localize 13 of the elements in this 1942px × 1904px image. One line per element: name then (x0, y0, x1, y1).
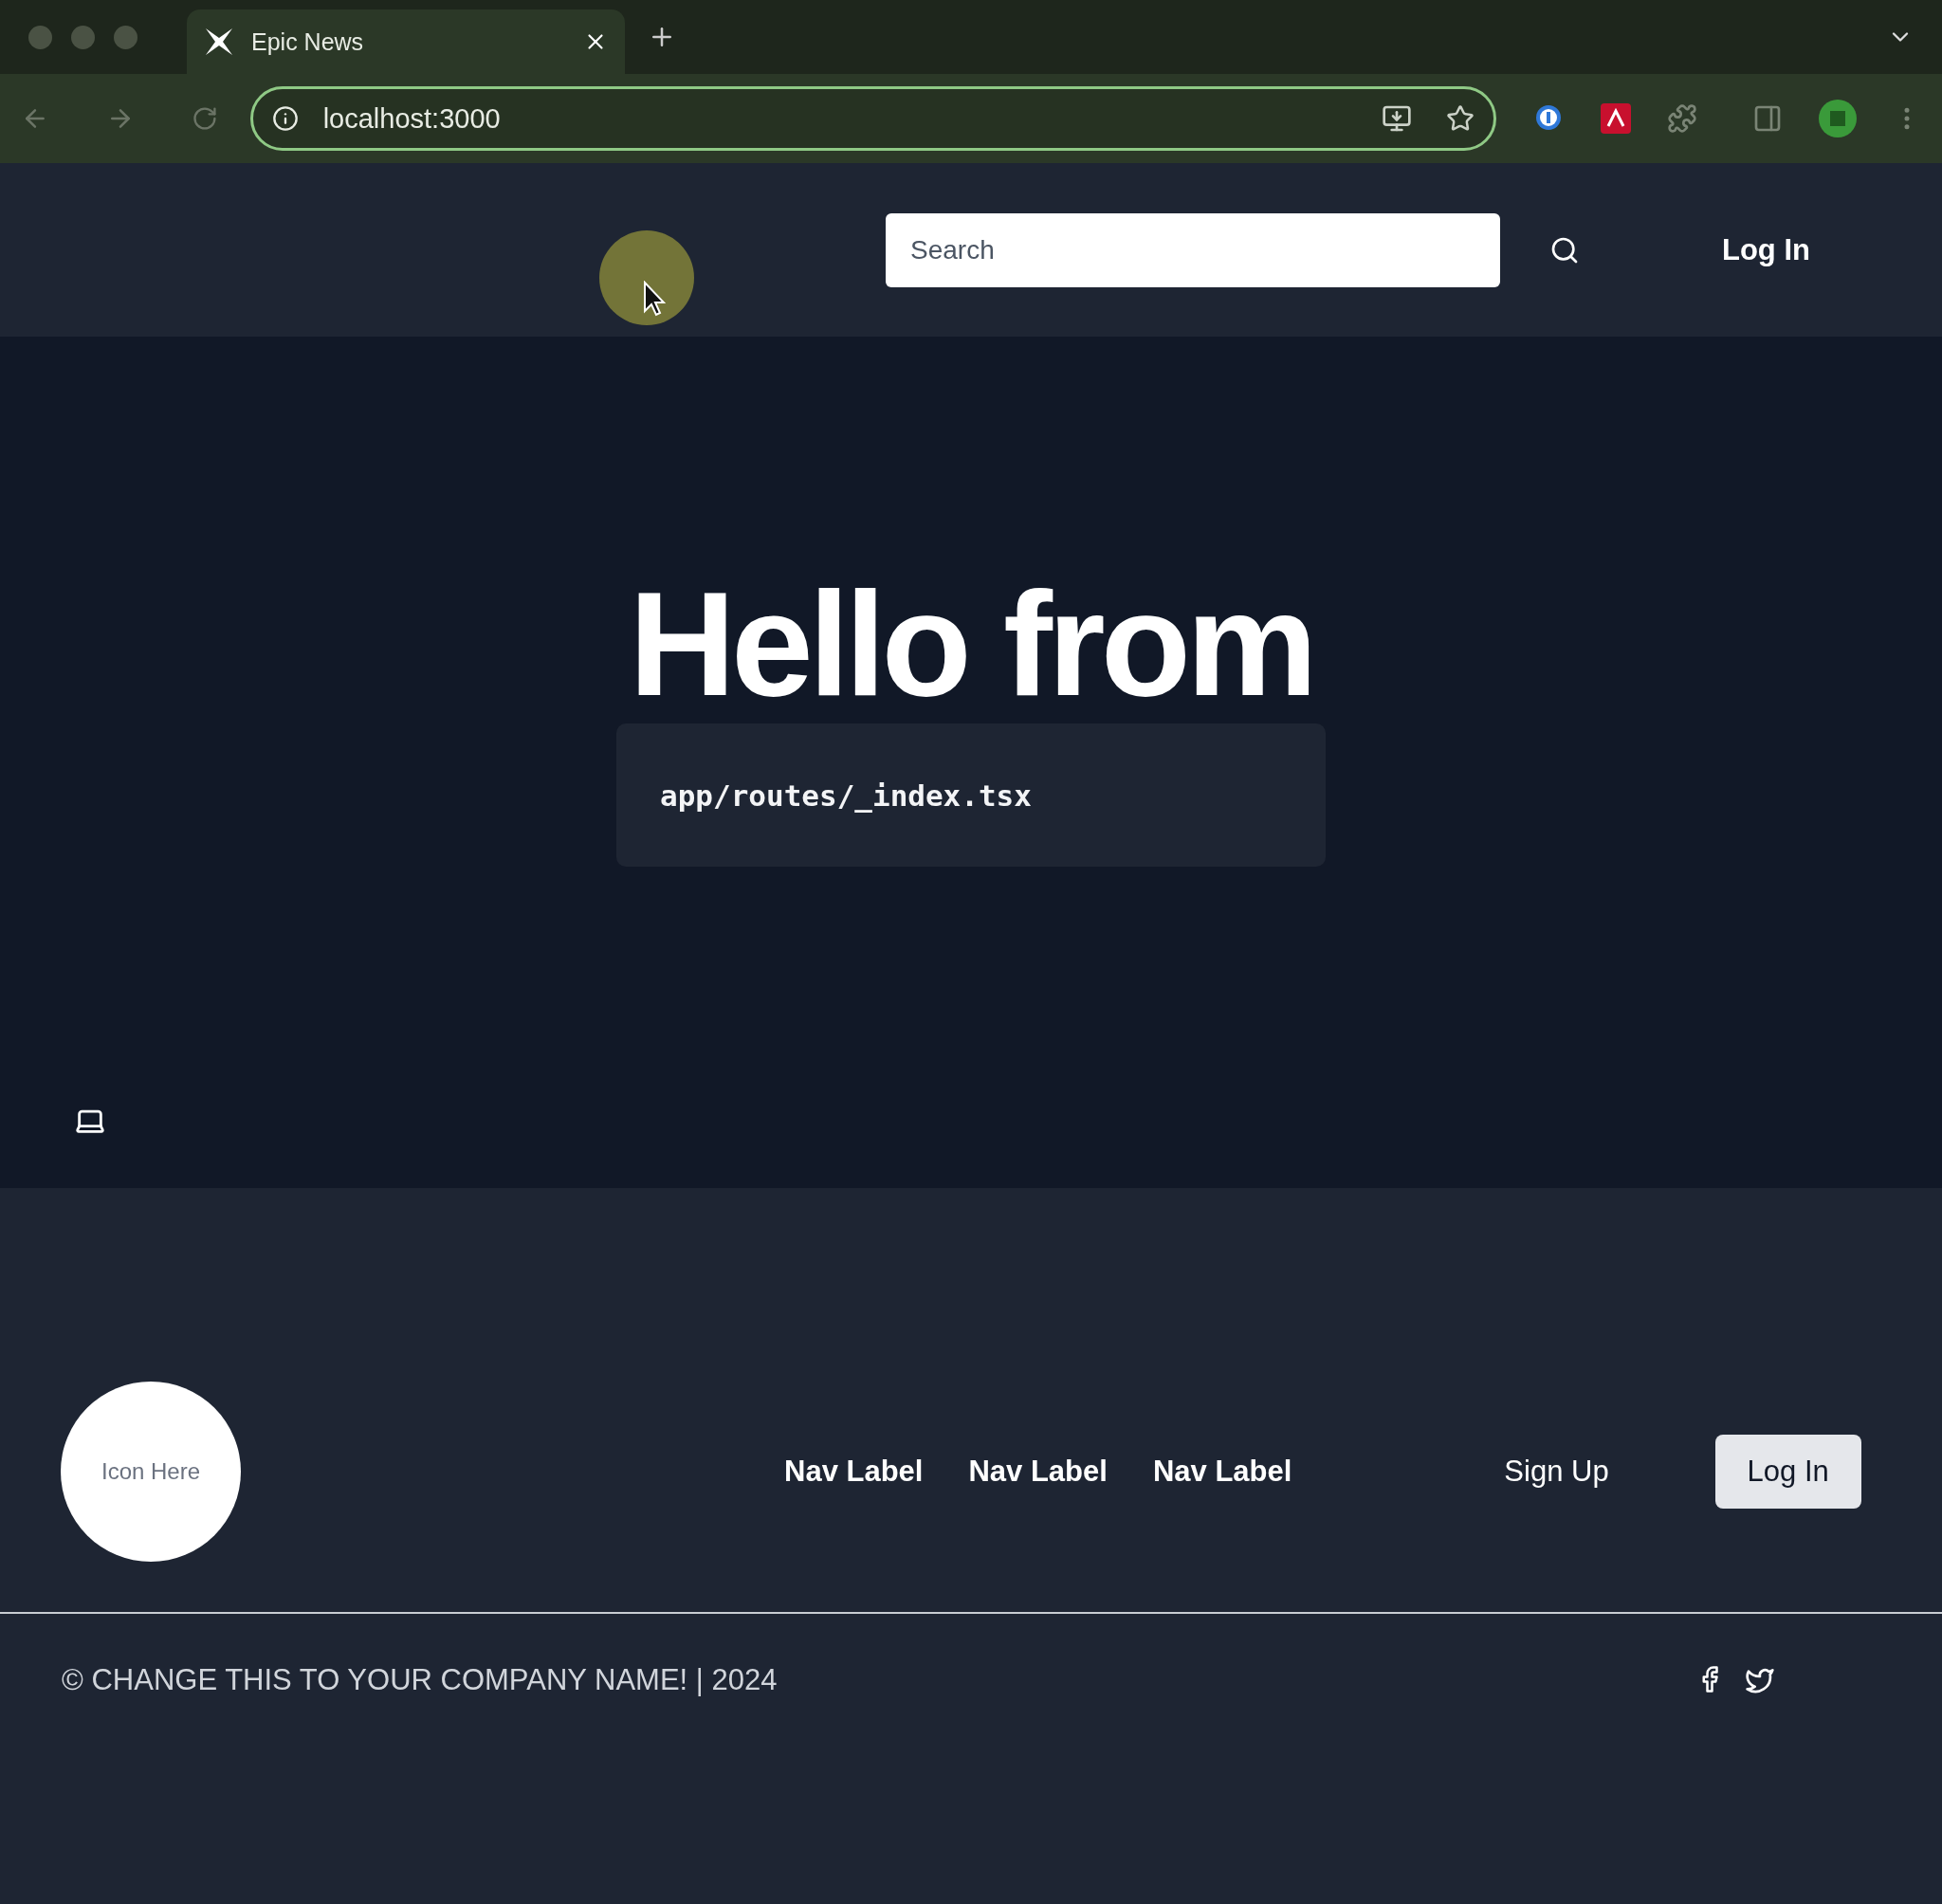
logo-placeholder[interactable]: Icon Here (61, 1381, 241, 1562)
nav-link[interactable]: Nav Label (784, 1454, 924, 1489)
code-path: app/routes/_index.tsx (660, 778, 1032, 813)
search-field[interactable]: Search (886, 212, 1500, 287)
nav-link[interactable]: Nav Label (1152, 1454, 1292, 1489)
login-button[interactable]: Log In (1714, 1434, 1861, 1509)
hero-title: Hello from (629, 564, 1313, 724)
copyright-text: © CHANGE THIS TO YOUR COMPANY NAME! | 2024 (62, 1663, 779, 1697)
signup-link[interactable]: Sign Up (1504, 1454, 1609, 1489)
nav-link[interactable]: Nav Label (968, 1454, 1108, 1489)
login-link[interactable]: Log In (1722, 232, 1810, 267)
browser-tab[interactable]: Epic News (187, 9, 625, 74)
address-bar[interactable]: localhost:3000 (249, 86, 1496, 151)
